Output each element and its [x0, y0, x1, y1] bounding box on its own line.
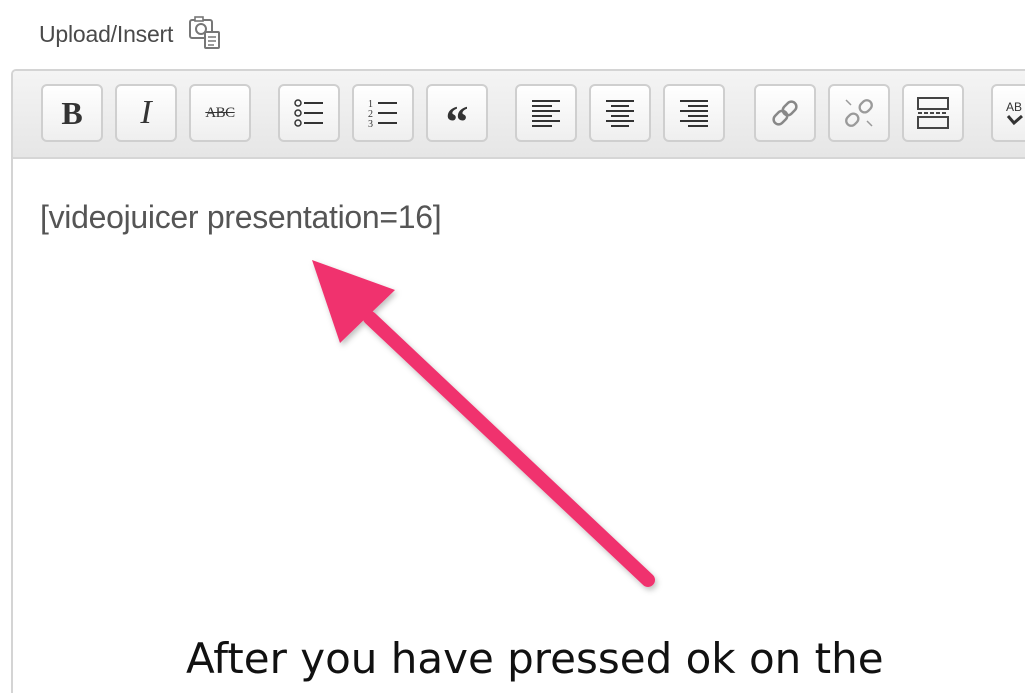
caption-text: After you have pressed ok on the: [186, 634, 884, 683]
editor-screenshot: Upload/Insert B I ABC 1 2 3 “ AB [videoj…: [0, 0, 1025, 693]
annotation-arrow: [312, 260, 655, 587]
